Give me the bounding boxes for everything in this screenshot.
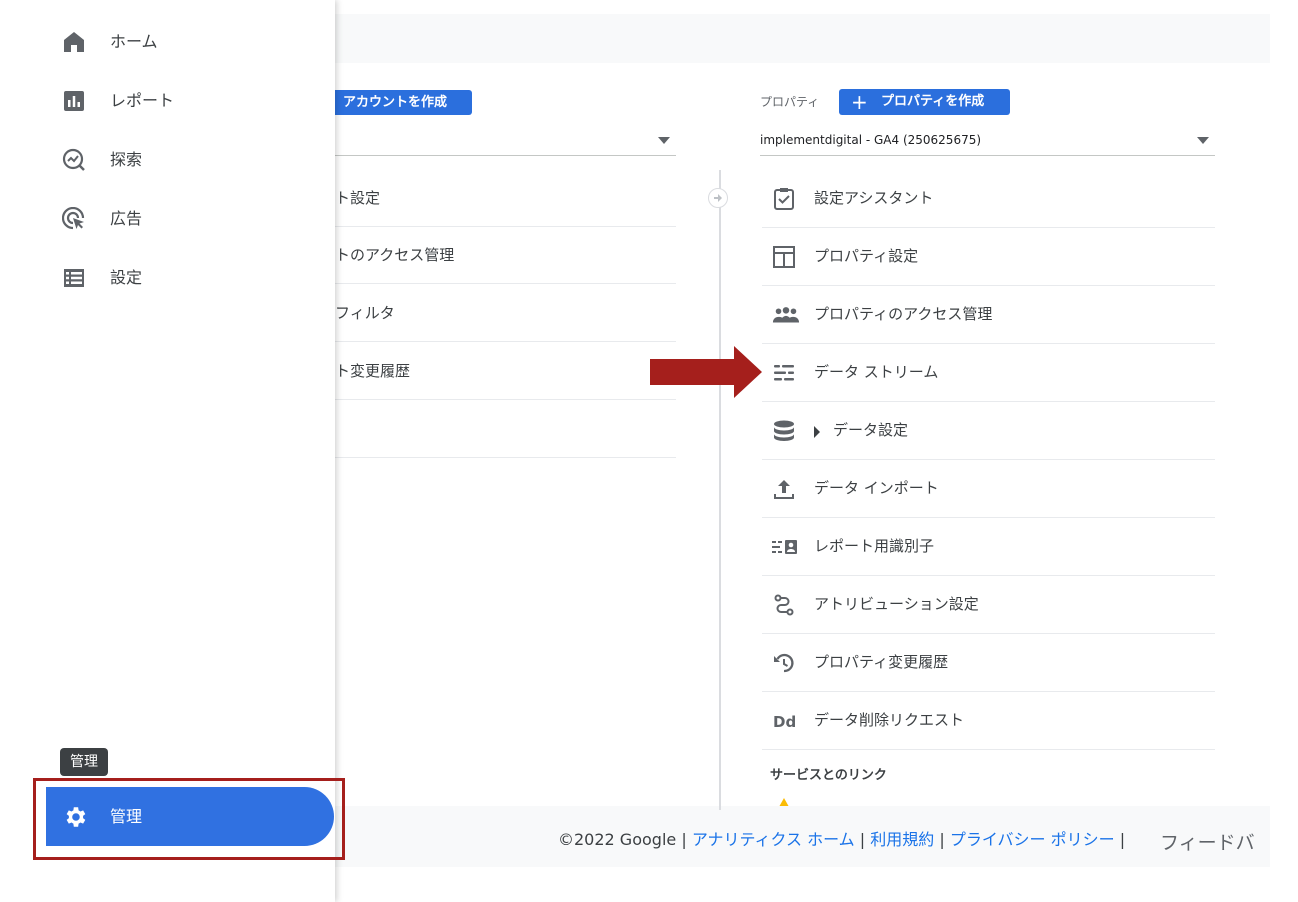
streams-icon xyxy=(774,365,794,381)
property-label: プロパティ xyxy=(760,95,820,109)
data-deletion-row[interactable]: Dd データ削除リクエスト xyxy=(762,692,1215,750)
top-bar xyxy=(335,14,1270,63)
upload-icon xyxy=(774,480,794,499)
service-links-title: サービスとのリンク xyxy=(770,768,887,783)
nav-reports[interactable]: レポート xyxy=(62,81,312,121)
attribution-icon xyxy=(774,594,794,616)
selected-property: implementdigital - GA4 (250625675) xyxy=(760,133,982,147)
explore-icon xyxy=(62,148,85,171)
account-selector[interactable] xyxy=(335,126,676,156)
separator: | xyxy=(1119,830,1126,849)
data-import-row[interactable]: データ インポート xyxy=(762,460,1215,518)
create-account-button[interactable]: アカウントを作成 xyxy=(325,90,472,115)
account-row-label: ト変更履歴 xyxy=(335,362,411,380)
data-settings-row[interactable]: データ設定 xyxy=(762,402,1215,460)
row-label: 設定アシスタント xyxy=(814,189,934,207)
property-settings-row[interactable]: プロパティ設定 xyxy=(762,228,1215,286)
row-label: プロパティ設定 xyxy=(814,247,919,265)
identity-icon xyxy=(772,540,797,554)
list-icon xyxy=(64,269,84,287)
account-blank-row[interactable] xyxy=(335,401,676,458)
account-row-label: フィルタ xyxy=(335,304,395,322)
row-label: データ設定 xyxy=(833,421,909,439)
property-selector[interactable]: implementdigital - GA4 (250625675) xyxy=(760,126,1215,156)
column-divider xyxy=(719,170,721,810)
arrow-circle-icon xyxy=(708,188,728,208)
annotation-arrow xyxy=(650,346,762,398)
data-streams-row[interactable]: データ ストリーム xyxy=(762,344,1215,402)
nav-home[interactable]: ホーム xyxy=(62,22,312,62)
dropdown-arrow-icon xyxy=(658,137,670,144)
nav-label: 探索 xyxy=(110,150,143,169)
svg-text:Dd: Dd xyxy=(773,713,796,731)
home-icon xyxy=(64,32,84,52)
nav-advertising[interactable]: 広告 xyxy=(62,199,312,239)
google-ads-link-row[interactable] xyxy=(762,788,1215,806)
row-label: プロパティ変更履歴 xyxy=(814,653,949,671)
annotation-highlight-box xyxy=(33,778,345,860)
create-property-label: プロパティを作成 xyxy=(881,94,985,109)
row-label: プロパティのアクセス管理 xyxy=(814,305,993,323)
plus-icon: + xyxy=(851,90,868,114)
row-label: データ インポート xyxy=(814,479,939,497)
privacy-link[interactable]: プライバシー ポリシー xyxy=(950,830,1115,849)
sidebar: ホーム レポート 探索 広告 設定 管理 管理 xyxy=(0,0,345,902)
terms-link[interactable]: 利用規約 xyxy=(870,830,934,849)
nav-configure[interactable]: 設定 xyxy=(62,258,312,298)
account-filter-row[interactable]: フィルタ xyxy=(335,285,676,342)
nav-label: 広告 xyxy=(110,209,143,228)
data-deletion-icon: Dd xyxy=(773,713,796,731)
row-label: レポート用識別子 xyxy=(814,537,935,555)
reporting-identity-row[interactable]: レポート用識別子 xyxy=(762,518,1215,576)
layout-icon xyxy=(773,246,795,268)
admin-tooltip: 管理 xyxy=(60,748,108,776)
dropdown-arrow-icon xyxy=(1197,137,1209,144)
account-access-row[interactable]: トのアクセス管理 xyxy=(335,227,676,284)
nav-explore[interactable]: 探索 xyxy=(62,140,312,180)
property-access-row[interactable]: プロパティのアクセス管理 xyxy=(762,286,1215,344)
create-property-button[interactable]: + プロパティを作成 xyxy=(839,89,1010,115)
separator: | xyxy=(939,830,950,849)
nav-label: 設定 xyxy=(110,268,143,287)
copyright: ©2022 Google xyxy=(558,830,677,849)
attribution-settings-row[interactable]: アトリビューション設定 xyxy=(762,576,1215,634)
account-history-row[interactable]: ト変更履歴 xyxy=(335,343,676,400)
feedback-button[interactable]: フィードバ xyxy=(1160,828,1255,855)
footer: ©2022 Google | アナリティクス ホーム | 利用規約 | プライバ… xyxy=(558,826,1125,850)
row-label: データ削除リクエスト xyxy=(814,711,965,729)
nav-label: ホーム xyxy=(110,32,158,51)
row-label: アトリビューション設定 xyxy=(814,595,979,613)
history-icon xyxy=(774,653,794,673)
account-settings-row[interactable]: ト設定 xyxy=(335,170,676,227)
people-icon xyxy=(772,307,800,323)
ads-cursor-icon xyxy=(62,207,85,230)
expand-triangle-icon[interactable] xyxy=(814,426,820,438)
nav-label: レポート xyxy=(110,91,175,110)
property-history-row[interactable]: プロパティ変更履歴 xyxy=(762,634,1215,692)
setup-assistant-row[interactable]: 設定アシスタント xyxy=(762,170,1215,228)
google-ads-icon xyxy=(779,798,789,806)
checklist-icon xyxy=(774,188,794,210)
separator: | xyxy=(681,830,692,849)
account-row-label: トのアクセス管理 xyxy=(335,246,455,264)
analytics-home-link[interactable]: アナリティクス ホーム xyxy=(692,830,855,849)
account-row-label: ト設定 xyxy=(335,189,381,207)
row-label: データ ストリーム xyxy=(814,363,939,381)
bar-chart-icon xyxy=(64,91,84,111)
database-icon xyxy=(774,420,794,441)
separator: | xyxy=(859,830,871,849)
